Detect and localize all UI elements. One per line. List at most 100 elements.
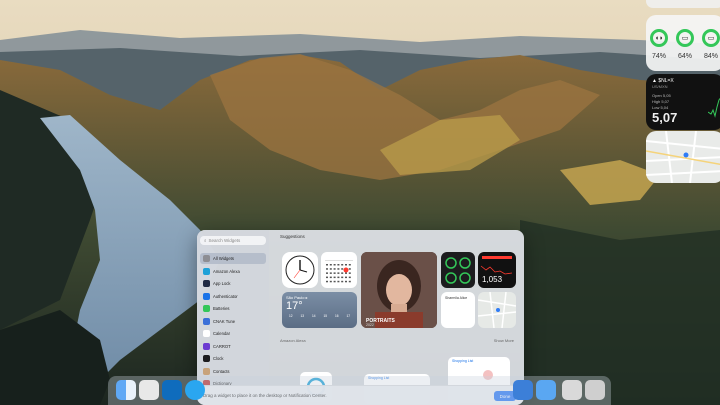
alexa-widget-label: Shopping List — [452, 359, 474, 363]
calendar-day — [348, 272, 351, 274]
search-icon: ⌕ — [204, 238, 207, 243]
photo-widget[interactable]: PORTRAITS 2022 — [361, 252, 437, 328]
sidebar-item[interactable]: App Lock — [200, 278, 266, 289]
authenticator-icon — [203, 292, 210, 300]
calendar-day — [348, 268, 351, 270]
sidebar-item[interactable]: Contacts — [200, 366, 266, 377]
calendar-day — [348, 276, 351, 279]
calendar-day — [345, 264, 347, 266]
portrait-photo — [361, 252, 437, 328]
sidebar-item[interactable]: Amazon Alexa — [200, 266, 266, 277]
calendar-day — [326, 276, 328, 279]
calendar-day — [329, 276, 332, 279]
weather-icon[interactable] — [536, 380, 556, 400]
sidebar-item[interactable]: Batteries — [200, 303, 266, 314]
calendar-day — [333, 268, 336, 270]
sidebar-item[interactable]: Clock — [200, 353, 266, 364]
calendar-day — [341, 280, 344, 283]
maps-widget-small[interactable] — [478, 292, 516, 328]
calendar-day — [341, 276, 344, 279]
weather-hour: 15 — [323, 314, 328, 318]
stocks-widget-small[interactable]: 1,053 — [478, 252, 516, 288]
sidebar-item[interactable]: All Widgets — [200, 253, 266, 264]
amazon-section-title: Amazon Alexa — [280, 338, 306, 343]
weather-hour: 13 — [300, 314, 305, 318]
calendar-day — [348, 264, 351, 266]
files-icon[interactable] — [562, 380, 582, 400]
battery-icon — [203, 305, 210, 312]
battery-item: ▭ 64% — [676, 29, 694, 60]
calendar-day — [326, 280, 328, 283]
calendar-day — [337, 276, 340, 279]
widgets-icon — [203, 255, 210, 262]
alexa-icon — [203, 267, 210, 275]
sidebar-item[interactable]: Calendar — [200, 328, 266, 339]
stock-price: 5,07 — [652, 110, 678, 125]
calendar-day — [333, 276, 336, 279]
calendar-day — [329, 264, 332, 266]
weather-hour: 14 — [311, 314, 316, 318]
sidebar-item-label: CNAK Tune — [213, 318, 236, 324]
clock-widget[interactable] — [282, 252, 318, 288]
sidebar-item-label: Clock — [213, 356, 224, 361]
contact-name: Sharmila Alice — [445, 296, 468, 300]
photo-subtitle: 2022 — [366, 323, 374, 327]
calendar-day — [329, 272, 332, 274]
stocks-widget[interactable]: ▲ $NL=X US/MXN Open 5,05 High 5,07 Low 5… — [646, 74, 720, 130]
sidebar-item[interactable]: CARROT — [200, 341, 266, 352]
battery-percent: 64% — [677, 53, 692, 60]
amazon-section: Amazon Alexa Show More Shopping List Sho… — [272, 338, 522, 404]
calendar-day — [329, 268, 332, 270]
calendar-day — [345, 272, 347, 274]
app-icon[interactable] — [513, 380, 533, 400]
amazon-section-header: Amazon Alexa Show More — [272, 338, 522, 343]
launchpad-icon[interactable] — [139, 380, 159, 400]
stock-chart-icon — [708, 97, 720, 118]
airpods-icon: ◖◗ — [650, 29, 668, 47]
calendar-icon — [325, 260, 353, 283]
weather-hour: 16 — [334, 314, 339, 318]
batteries-widget-small[interactable] — [441, 252, 475, 288]
calendar-day — [326, 264, 328, 266]
calendar-day — [341, 272, 344, 274]
calendar-day — [345, 276, 347, 279]
sidebar-item[interactable]: CNAK Tune — [200, 316, 266, 327]
outlook-icon[interactable] — [162, 380, 182, 400]
calendar-day — [326, 268, 328, 270]
sidebar-item-label: Authenticator — [213, 293, 238, 299]
calendar-widget[interactable] — [321, 252, 357, 288]
tune-icon — [203, 317, 210, 325]
safari-icon[interactable] — [185, 380, 205, 400]
battery-icon: ▭ — [702, 29, 720, 47]
map-icon — [646, 131, 720, 183]
calendar-day — [341, 264, 344, 266]
sidebar-item-label: Amazon Alexa — [213, 268, 240, 274]
calendar-day — [326, 272, 328, 274]
calendar-day — [333, 272, 336, 274]
weather-temp: 17° — [286, 300, 303, 312]
finder-icon[interactable] — [116, 380, 136, 400]
sidebar-item-label: Calendar — [213, 331, 230, 336]
calendar-day — [337, 280, 340, 283]
sidebar-item[interactable]: Authenticator — [200, 291, 266, 302]
battery-percent: 74% — [651, 53, 666, 60]
maps-widget[interactable] — [646, 131, 720, 183]
show-more-link[interactable]: Show More — [494, 338, 514, 343]
calendar-day — [333, 264, 336, 266]
trash-icon[interactable] — [585, 380, 605, 400]
lock-icon — [203, 280, 210, 287]
battery-item: ◖◗ 74% — [650, 29, 668, 60]
calendar-day — [348, 280, 351, 283]
stock-subtitle: US/MXN — [652, 84, 668, 89]
notification-widget-top[interactable] — [646, 0, 720, 8]
sidebar-item-label: Contacts — [213, 368, 230, 374]
stock-price-small: 1,053 — [482, 275, 503, 284]
weather-hour: 12 — [288, 314, 293, 318]
weather-widget[interactable]: São Paulo ▸ 17° 12 13 14 15 16 17 — [282, 292, 357, 328]
calendar-day — [341, 268, 344, 270]
search-input[interactable]: ⌕ Search Widgets — [200, 236, 266, 245]
contacts-widget[interactable]: Sharmila Alice — [441, 292, 475, 328]
batteries-widget[interactable]: ◖◗ 74% ▭ 64% ▭ 84% — [646, 15, 720, 71]
battery-rings-icon — [445, 257, 471, 284]
sidebar-item-label: App Lock — [213, 281, 231, 286]
